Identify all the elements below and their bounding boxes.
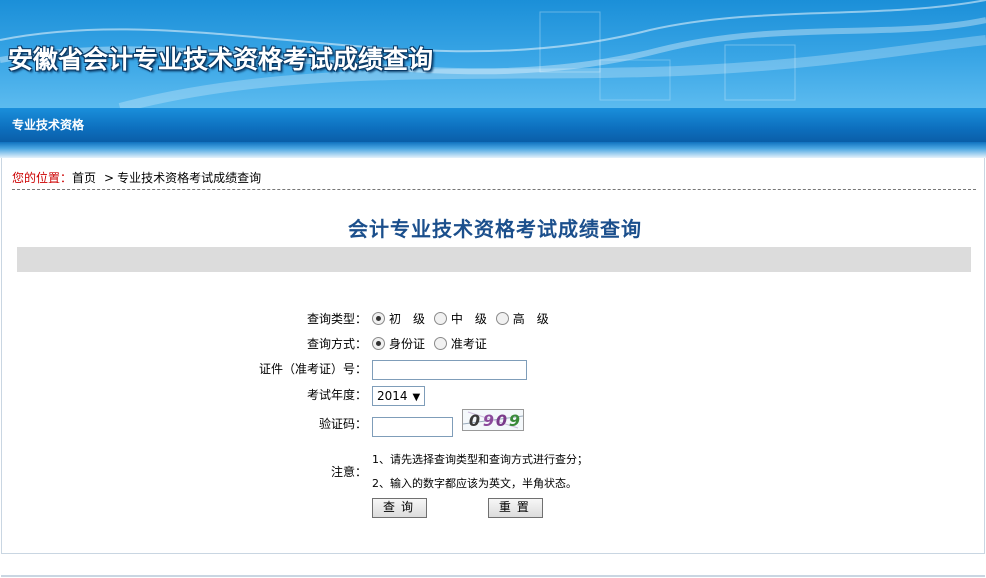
breadcrumb-current: 专业技术资格考试成绩查询	[117, 171, 262, 185]
query-type-options: 初 级 中 级 高 级	[372, 308, 554, 330]
breadcrumb-separator: >	[104, 171, 115, 185]
site-banner: 安徽省会计专业技术资格考试成绩查询	[0, 0, 986, 108]
exam-year-value: 2014	[377, 388, 408, 403]
query-method-row: 查询方式： 身份证 准考证	[2, 333, 986, 355]
captcha-char-4: 9	[508, 411, 520, 430]
captcha-char-1: 0	[468, 411, 480, 430]
nav-bar: 专业技术资格	[0, 108, 986, 142]
breadcrumb-label: 您的位置：	[12, 171, 73, 185]
radio-query-type-senior[interactable]	[495, 312, 509, 325]
query-button[interactable]: 查询	[372, 498, 428, 518]
captcha-label: 验证码：	[318, 417, 367, 431]
captcha-input[interactable]	[372, 416, 453, 437]
note-line-2: 2、输入的数字都应该为英文，半角状态。	[372, 477, 577, 490]
exam-year-label: 考试年度：	[306, 388, 367, 402]
radio-method-admission-ticket[interactable]	[433, 337, 447, 350]
radio-query-type-intermediate[interactable]	[433, 312, 447, 325]
actions-row: 查询 重置	[2, 496, 986, 518]
radio-label-senior: 高 级	[512, 312, 549, 326]
breadcrumb: 您的位置：首页 > 专业技术资格考试成绩查询	[12, 169, 976, 190]
query-method-options: 身份证 准考证	[372, 333, 492, 355]
query-type-row: 查询类型： 初 级 中 级 高 级	[2, 308, 986, 330]
radio-label-admission-ticket: 准考证	[450, 337, 487, 351]
notes-row: 注意： 1、请先选择查询类型和查询方式进行查分； 2、输入的数字都应该为英文，半…	[2, 448, 986, 496]
exam-year-select[interactable]: 2014 ▼	[372, 385, 426, 406]
captcha-char-2: 9	[482, 411, 494, 430]
radio-label-intermediate: 中 级	[450, 312, 487, 326]
query-type-label: 查询类型：	[306, 312, 367, 326]
footer-divider	[1, 575, 985, 577]
breadcrumb-home-link[interactable]: 首页	[72, 171, 96, 185]
notes-label: 注意：	[330, 465, 367, 479]
nav-divider-strip	[0, 142, 986, 158]
chevron-down-icon: ▼	[412, 391, 421, 403]
exam-year-row: 考试年度： 2014 ▼	[2, 384, 986, 406]
captcha-row: 验证码： 0 9 0 9	[2, 409, 986, 437]
section-divider-bar	[17, 247, 971, 272]
site-title: 安徽省会计专业技术资格考试成绩查询	[8, 45, 434, 74]
query-method-label: 查询方式：	[306, 337, 367, 351]
id-number-label: 证件（准考证）号：	[258, 362, 367, 376]
id-number-row: 证件（准考证）号：	[2, 358, 986, 380]
radio-label-junior: 初 级	[389, 312, 426, 326]
main-content: 您的位置：首页 > 专业技术资格考试成绩查询 会计专业技术资格考试成绩查询 查询类型…	[1, 158, 985, 554]
captcha-char-3: 0	[495, 411, 507, 430]
page-title: 会计专业技术资格考试成绩查询	[348, 217, 642, 241]
radio-method-id-card[interactable]	[372, 337, 385, 350]
id-number-input[interactable]	[372, 359, 527, 380]
radio-query-type-junior[interactable]	[372, 312, 385, 325]
reset-button[interactable]: 重置	[487, 498, 543, 518]
radio-label-id-card: 身份证	[389, 337, 426, 351]
nav-item-professional-qualification[interactable]: 专业技术资格	[0, 108, 84, 142]
note-line-1: 1、请先选择查询类型和查询方式进行查分；	[372, 453, 588, 466]
captcha-image[interactable]: 0 9 0 9	[461, 409, 524, 431]
